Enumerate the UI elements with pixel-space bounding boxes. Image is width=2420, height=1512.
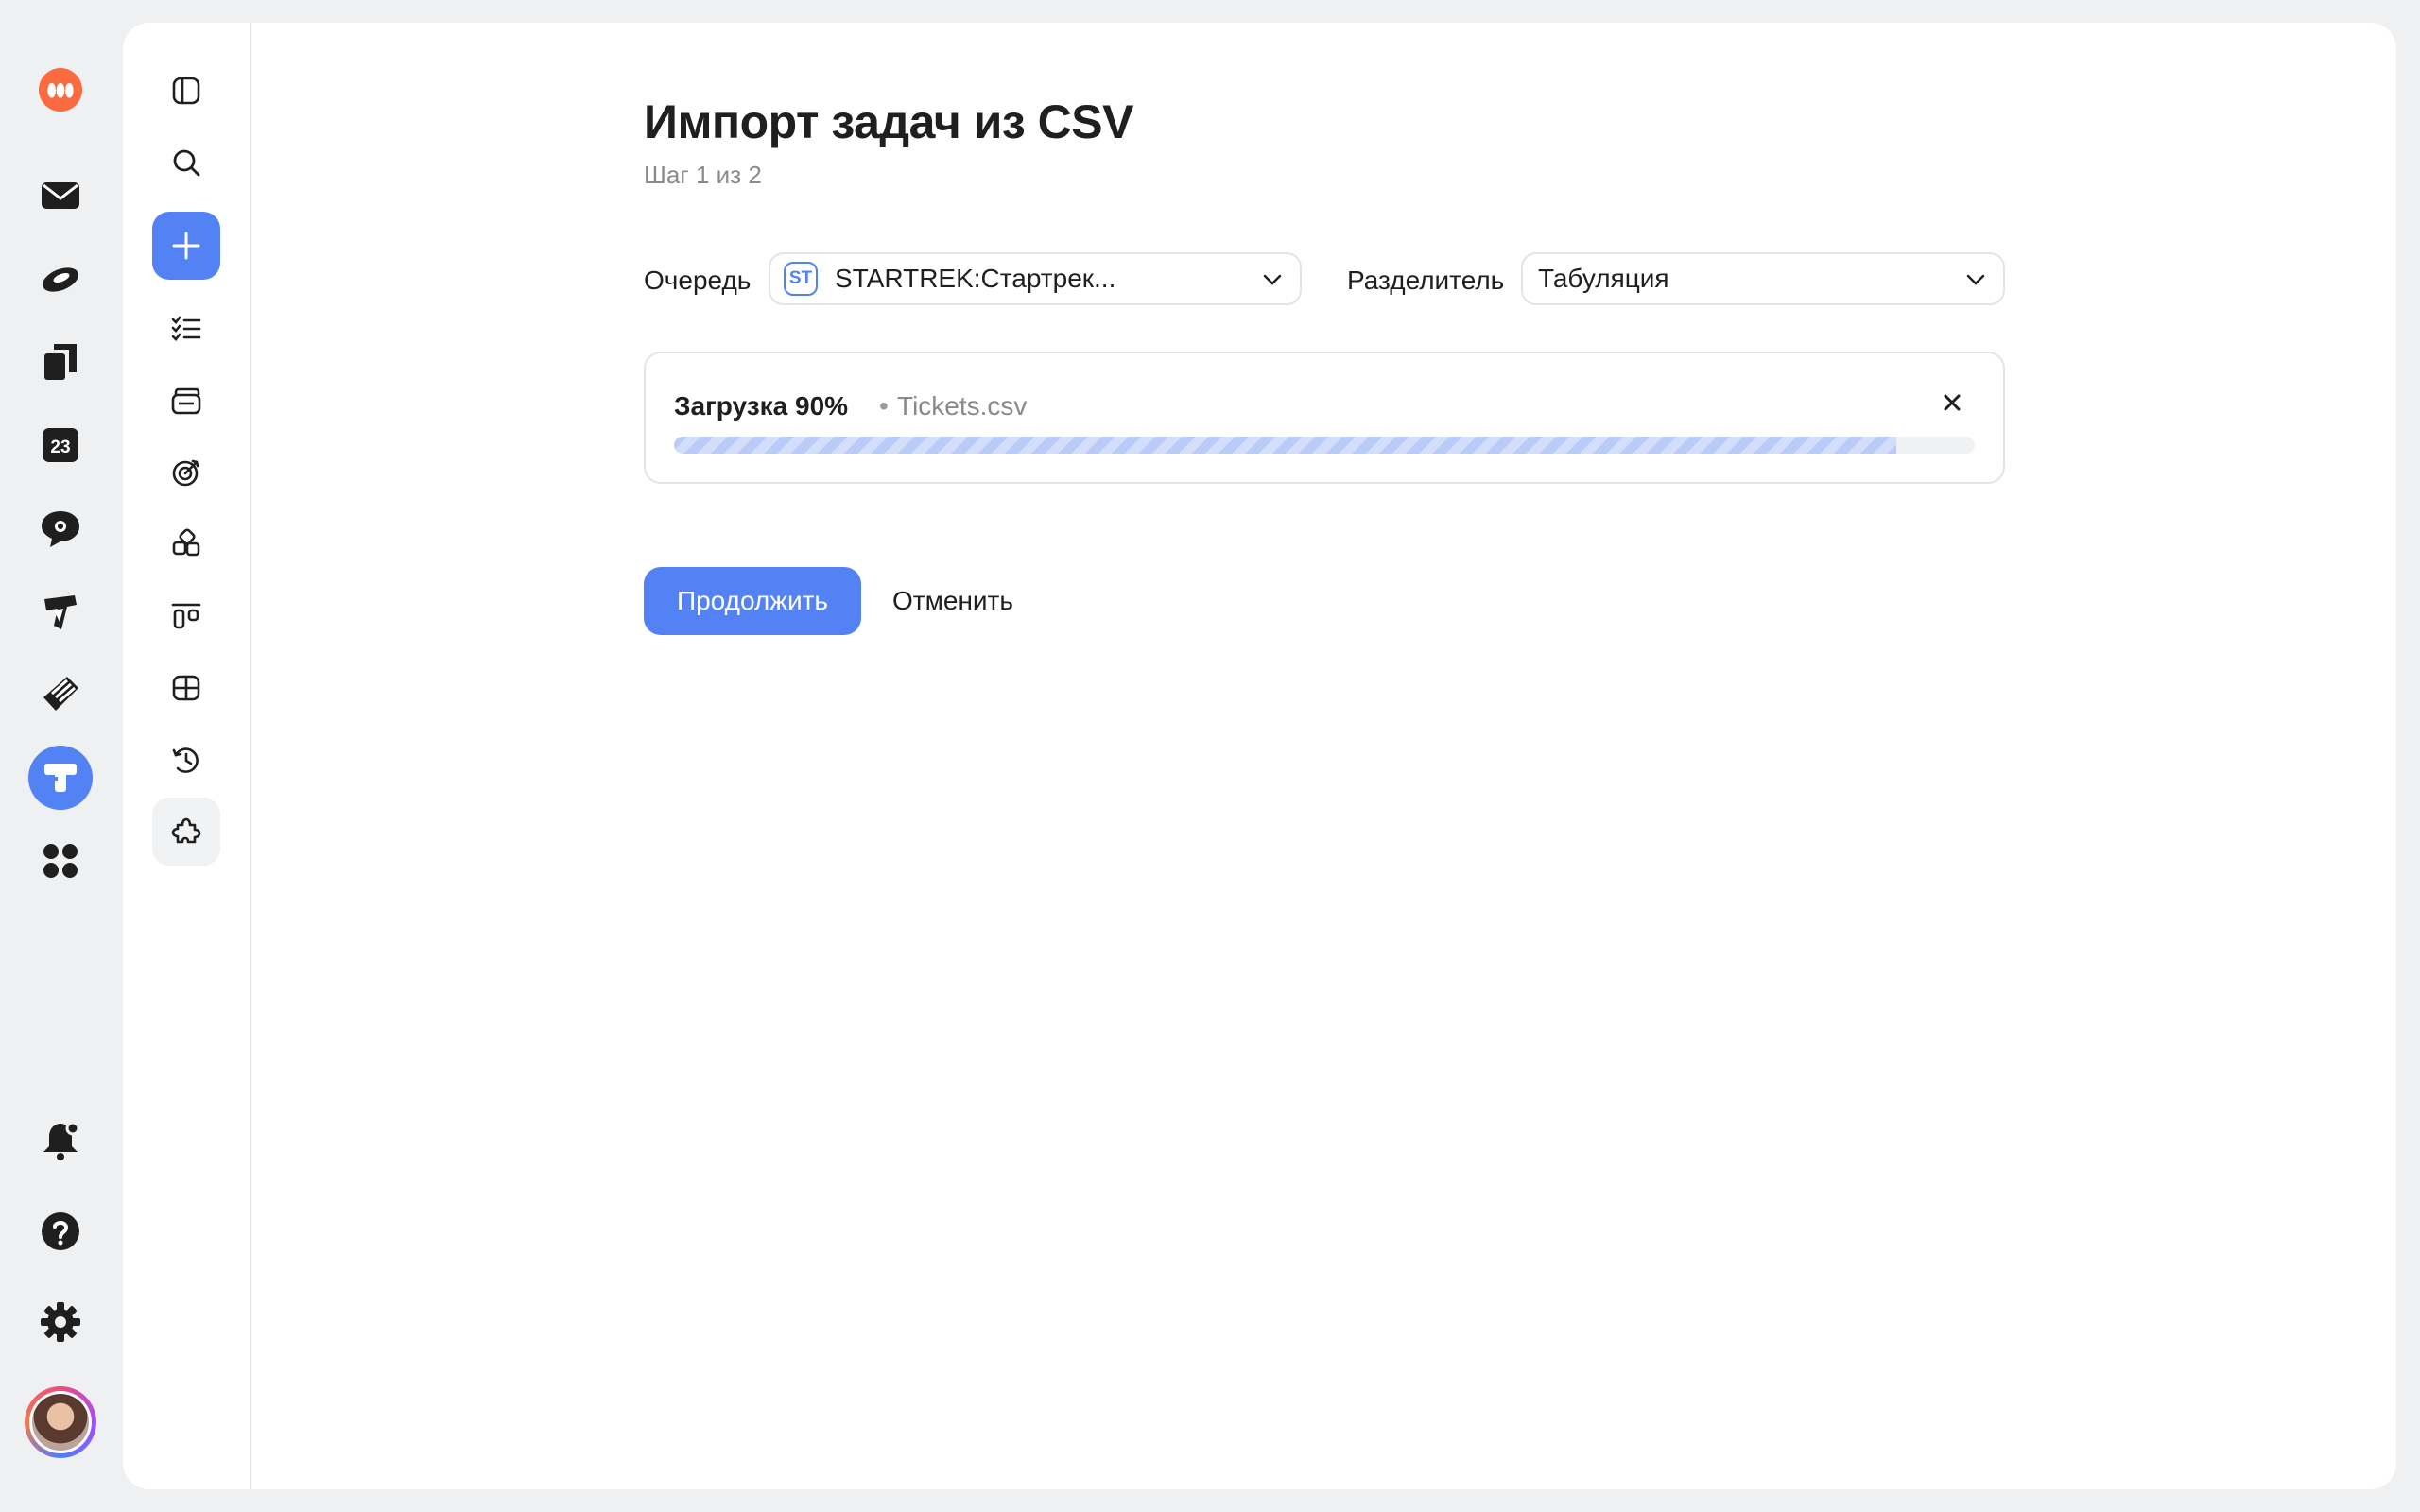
sidebar-toggle-icon[interactable] <box>152 57 220 125</box>
calendar-day: 23 <box>50 438 70 457</box>
tracker-sidebar <box>123 23 251 1489</box>
page-title: Импорт задач из CSV <box>644 95 1133 148</box>
search-icon[interactable] <box>152 129 220 197</box>
avatar-photo <box>32 1394 89 1451</box>
history-icon[interactable] <box>152 726 220 794</box>
upload-separator: • <box>879 391 889 421</box>
upload-card: Загрузка 90% • Tickets.csv <box>644 352 2005 484</box>
calendar-icon[interactable]: 23 <box>28 413 93 477</box>
continue-button[interactable]: Продолжить <box>644 567 861 635</box>
docs-icon[interactable] <box>28 330 93 394</box>
components-icon[interactable] <box>152 510 220 578</box>
create-button[interactable] <box>152 212 220 280</box>
tracker-icon[interactable] <box>28 746 93 810</box>
delimiter-select[interactable]: Табуляция <box>1521 252 2005 305</box>
disk-icon[interactable] <box>28 247 93 311</box>
plugins-icon[interactable] <box>152 798 220 866</box>
goals-icon[interactable] <box>152 438 220 507</box>
queue-select[interactable]: ST STARTREK:Стартрек... <box>769 252 1302 305</box>
delimiter-value: Табуляция <box>1538 264 1669 293</box>
services-rail: 23 <box>0 0 121 1512</box>
upload-status: Загрузка 90% <box>674 391 849 421</box>
portfolio-icon[interactable] <box>152 367 220 435</box>
queue-label: Очередь <box>644 266 752 295</box>
main-panel: Импорт задач из CSV Шаг 1 из 2 Очередь S… <box>123 23 2396 1489</box>
mail-icon[interactable] <box>28 163 93 228</box>
chevron-down-icon <box>1263 274 1282 285</box>
close-icon[interactable] <box>1935 386 1969 420</box>
delimiter-label: Разделитель <box>1347 266 1505 295</box>
settings-row: Очередь ST STARTREK:Стартрек... Разделит… <box>644 252 2005 305</box>
forms-icon[interactable] <box>28 579 93 644</box>
queue-badge: ST <box>784 262 818 296</box>
notifications-icon[interactable] <box>28 1109 93 1174</box>
upload-progress-fill <box>674 437 1897 454</box>
upload-file-name: Tickets.csv <box>897 391 1028 421</box>
messenger-icon[interactable] <box>28 496 93 560</box>
cancel-button[interactable]: Отменить <box>882 567 1024 635</box>
wiki-icon[interactable] <box>28 662 93 727</box>
tasks-icon[interactable] <box>152 295 220 363</box>
tables-icon[interactable] <box>152 654 220 722</box>
help-icon[interactable] <box>28 1199 93 1263</box>
avatar[interactable] <box>25 1386 96 1458</box>
queue-value: STARTREK:Стартрек... <box>835 264 1116 293</box>
step-indicator: Шаг 1 из 2 <box>644 161 762 189</box>
upload-progress-bar <box>674 437 1975 454</box>
logo-icon[interactable] <box>28 58 93 122</box>
settings-icon[interactable] <box>28 1290 93 1354</box>
boards-icon[interactable] <box>152 582 220 650</box>
chevron-down-icon <box>1966 274 1985 285</box>
apps-icon[interactable] <box>28 829 93 893</box>
plus-icon <box>172 232 200 260</box>
